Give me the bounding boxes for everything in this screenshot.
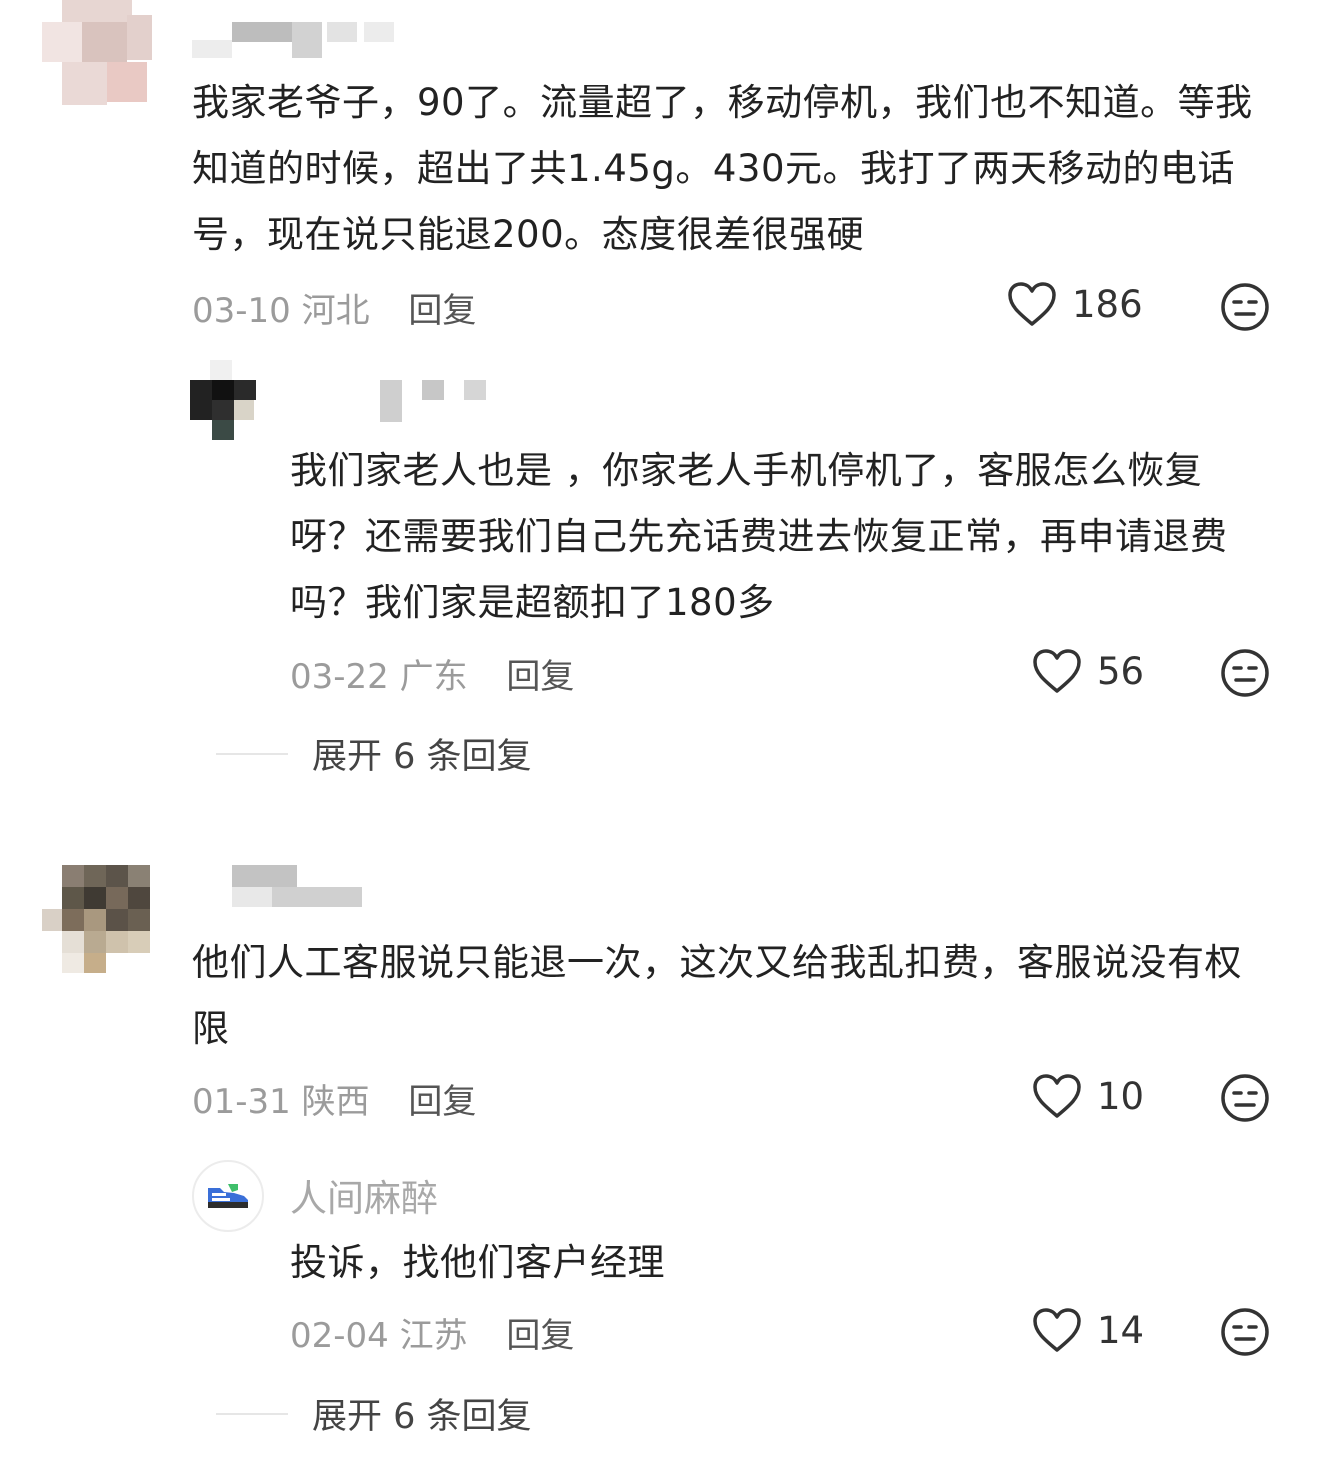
- divider: [216, 1412, 288, 1415]
- comment-text: 他们人工客服说只能退一次，这次又给我乱扣费，客服说没有权限: [192, 941, 1242, 1050]
- reply-meta: 03-22 广东 回复: [290, 649, 574, 698]
- reply-location: 广东: [399, 657, 468, 697]
- dislike-button[interactable]: [1220, 648, 1270, 702]
- like-count: 10: [1097, 1074, 1145, 1118]
- reply-text: 投诉，找他们客户经理: [290, 1241, 665, 1284]
- like-button[interactable]: 14: [1031, 1306, 1144, 1354]
- heart-outline-icon: [1008, 282, 1056, 326]
- reply-date: 03-22: [290, 657, 389, 697]
- sneaker-icon: [208, 1184, 248, 1208]
- reply-location: 江苏: [399, 1316, 468, 1356]
- like-count: 14: [1097, 1308, 1145, 1352]
- avatar[interactable]: [42, 865, 154, 973]
- reply-button[interactable]: 回复: [506, 1316, 574, 1356]
- comment-text: 我家老爷子，90了。流量超了，移动停机，我们也不知道。等我知道的时候，超出了共1…: [192, 81, 1253, 256]
- expand-replies-label: 展开 6 条回复: [312, 1397, 532, 1437]
- comment-location: 河北: [301, 291, 370, 331]
- reply-button[interactable]: 回复: [506, 657, 574, 697]
- expand-replies-label: 展开 6 条回复: [312, 737, 532, 777]
- heart-outline-icon: [1033, 1074, 1081, 1118]
- dislike-button[interactable]: [1220, 1073, 1270, 1127]
- avatar[interactable]: [192, 1160, 264, 1232]
- reply-username[interactable]: 人间麻醉: [290, 1168, 438, 1222]
- like-button[interactable]: 10: [1031, 1072, 1144, 1120]
- neutral-face-icon: [1221, 649, 1269, 697]
- dislike-button[interactable]: [1220, 1307, 1270, 1361]
- avatar[interactable]: [190, 360, 256, 440]
- reply-button[interactable]: 回复: [408, 1082, 476, 1122]
- like-button[interactable]: 186: [1006, 280, 1143, 328]
- neutral-face-icon: [1221, 1074, 1269, 1122]
- reply-meta: 02-04 江苏 回复: [290, 1308, 574, 1357]
- reply-text: 我们家老人也是 ，你家老人手机停机了，客服怎么恢复呀？还需要我们自己先充话费进去…: [290, 449, 1228, 624]
- reply-button[interactable]: 回复: [408, 291, 476, 331]
- comment-meta: 03-10 河北 回复: [192, 283, 476, 332]
- heart-outline-icon: [1033, 649, 1081, 693]
- avatar[interactable]: [42, 0, 152, 105]
- divider: [216, 752, 288, 755]
- comment-date: 01-31: [192, 1082, 291, 1122]
- username-blurred[interactable]: [192, 20, 402, 60]
- username-blurred[interactable]: [290, 375, 490, 425]
- like-count: 186: [1072, 282, 1143, 326]
- heart-outline-icon: [1033, 1308, 1081, 1352]
- comment-date: 03-10: [192, 291, 291, 331]
- comment-meta: 01-31 陕西 回复: [192, 1074, 476, 1123]
- like-button[interactable]: 56: [1031, 647, 1144, 695]
- like-count: 56: [1097, 649, 1145, 693]
- comment-location: 陕西: [301, 1082, 370, 1122]
- expand-replies-button[interactable]: 展开 6 条回复: [216, 1388, 532, 1439]
- neutral-face-icon: [1221, 1308, 1269, 1356]
- expand-replies-button[interactable]: 展开 6 条回复: [216, 728, 532, 779]
- reply-date: 02-04: [290, 1316, 389, 1356]
- dislike-button[interactable]: [1220, 282, 1270, 336]
- neutral-face-icon: [1221, 283, 1269, 331]
- username-blurred[interactable]: [232, 865, 362, 910]
